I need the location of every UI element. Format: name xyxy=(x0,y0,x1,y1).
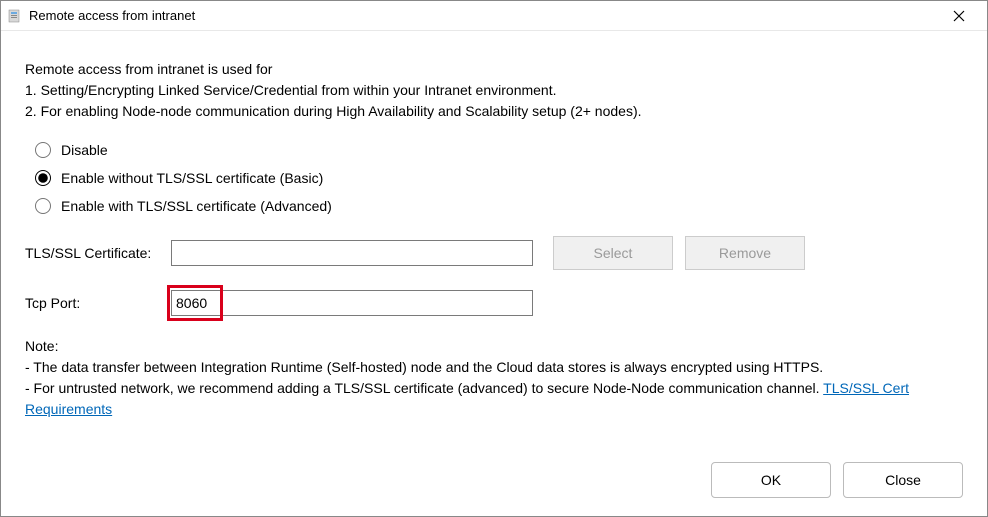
dialog-content: Remote access from intranet is used for … xyxy=(1,31,987,444)
window-title: Remote access from intranet xyxy=(29,8,939,23)
radio-basic[interactable]: Enable without TLS/SSL certificate (Basi… xyxy=(35,170,963,186)
cert-row: TLS/SSL Certificate: Select Remove xyxy=(25,236,963,270)
select-cert-button[interactable]: Select xyxy=(553,236,673,270)
radio-advanced-input[interactable] xyxy=(35,198,51,214)
note-line-2-text: - For untrusted network, we recommend ad… xyxy=(25,380,823,396)
dialog-window: Remote access from intranet Remote acces… xyxy=(0,0,988,517)
note-section: Note: - The data transfer between Integr… xyxy=(25,336,963,420)
intro-line-1: 1. Setting/Encrypting Linked Service/Cre… xyxy=(25,80,963,101)
title-bar: Remote access from intranet xyxy=(1,1,987,31)
note-heading: Note: xyxy=(25,336,963,357)
tcp-port-input[interactable] xyxy=(171,290,533,316)
radio-disable-input[interactable] xyxy=(35,142,51,158)
remove-cert-button[interactable]: Remove xyxy=(685,236,805,270)
cert-input[interactable] xyxy=(171,240,533,266)
close-icon[interactable] xyxy=(939,2,979,30)
intro-line-0: Remote access from intranet is used for xyxy=(25,59,963,80)
radio-advanced-label: Enable with TLS/SSL certificate (Advance… xyxy=(61,198,332,214)
port-wrapper xyxy=(171,290,533,316)
intro-text: Remote access from intranet is used for … xyxy=(25,59,963,122)
radio-disable[interactable]: Disable xyxy=(35,142,963,158)
dialog-footer: OK Close xyxy=(1,444,987,516)
port-label: Tcp Port: xyxy=(25,295,171,311)
intro-line-2: 2. For enabling Node-node communication … xyxy=(25,101,963,122)
remote-access-options: Disable Enable without TLS/SSL certifica… xyxy=(25,142,963,214)
close-button[interactable]: Close xyxy=(843,462,963,498)
ok-button[interactable]: OK xyxy=(711,462,831,498)
cert-label: TLS/SSL Certificate: xyxy=(25,245,171,261)
radio-basic-label: Enable without TLS/SSL certificate (Basi… xyxy=(61,170,323,186)
note-line-2: - For untrusted network, we recommend ad… xyxy=(25,378,963,420)
radio-advanced[interactable]: Enable with TLS/SSL certificate (Advance… xyxy=(35,198,963,214)
cert-button-row: Select Remove xyxy=(553,236,805,270)
port-row: Tcp Port: xyxy=(25,290,963,316)
radio-basic-input[interactable] xyxy=(35,170,51,186)
app-icon xyxy=(7,8,23,24)
radio-disable-label: Disable xyxy=(61,142,108,158)
note-line-1: - The data transfer between Integration … xyxy=(25,357,963,378)
